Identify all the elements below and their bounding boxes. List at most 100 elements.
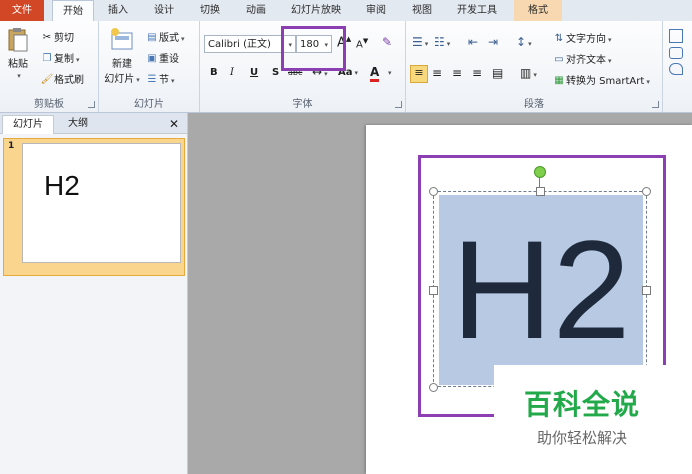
watermark-subtitle: 助你轻松解决 xyxy=(536,429,627,447)
shrink-font-button[interactable]: A▼ xyxy=(356,37,368,50)
align-text-button[interactable]: ▭ 对齐文本 ▾ xyxy=(552,51,611,67)
text-direction-label: 文字方向 xyxy=(566,34,606,45)
slide-number: 1 xyxy=(8,141,15,151)
align-text-icon: ▭ xyxy=(554,54,564,65)
smartart-button[interactable]: ▦ 转换为 SmartArt ▾ xyxy=(552,72,650,88)
tab-format[interactable]: 格式 xyxy=(514,0,562,21)
cut-button[interactable]: ✂ 剪切 xyxy=(40,29,74,45)
dialog-launcher-icon[interactable] xyxy=(652,101,659,108)
numbering-icon[interactable]: ☷ ▾ xyxy=(434,35,450,49)
scissors-icon: ✂ xyxy=(42,32,52,43)
chevron-down-icon: ▾ xyxy=(136,76,140,84)
watermark-title: 百科全说 xyxy=(523,388,640,421)
reset-label: 重设 xyxy=(159,54,179,65)
reset-button[interactable]: ▣ 重设 xyxy=(145,50,179,66)
tab-file[interactable]: 文件 xyxy=(0,0,44,21)
justify-icon[interactable]: ≡ xyxy=(472,66,482,80)
columns-icon[interactable]: ▥ ▾ xyxy=(520,66,537,80)
tab-slideshow[interactable]: 幻灯片放映 xyxy=(284,0,348,21)
text-direction-icon: ⇅ xyxy=(554,33,564,44)
tab-transitions[interactable]: 切换 xyxy=(192,0,228,21)
paste-label: 粘贴 xyxy=(8,59,28,70)
shape-rounded-rect-icon[interactable] xyxy=(669,47,683,59)
slides-group-label: 幻灯片 xyxy=(134,99,164,110)
ribbon: 粘贴 ▾ ✂ 剪切 ❐ 复制 ▾ 🖌格式刷 剪贴板 新建 幻灯片 ▾ ▤ 版式 ▾ ▣ 重设 … xyxy=(0,21,692,113)
paragraph-group-label: 段落 xyxy=(524,99,544,110)
chevron-down-icon: ▾ xyxy=(17,72,21,80)
format-painter-label: 格式刷 xyxy=(54,75,84,86)
tab-animations[interactable]: 动画 xyxy=(236,0,276,21)
layout-label: 版式 xyxy=(159,33,179,44)
new-slide-label-2: 幻灯片 ▾ xyxy=(104,74,140,85)
distributed-icon[interactable]: ▤ xyxy=(492,66,503,80)
copy-label: 复制 xyxy=(54,54,74,65)
font-color-button[interactable]: A xyxy=(370,65,380,82)
font-name-value: Calibri (正文) xyxy=(208,39,271,50)
panel-tabs: 幻灯片 大纲 ✕ xyxy=(0,113,187,134)
shape-textbox-icon[interactable] xyxy=(669,29,683,43)
align-left-icon[interactable]: ≡ xyxy=(410,65,428,83)
underline-button[interactable]: U xyxy=(250,67,258,78)
close-icon[interactable]: ✕ xyxy=(166,115,182,133)
section-icon: ☰ xyxy=(147,74,157,85)
chevron-down-icon: ▾ xyxy=(76,56,80,64)
smartart-label: 转换为 SmartArt xyxy=(566,76,645,87)
clear-format-icon[interactable]: ✎ xyxy=(382,35,392,49)
increase-indent-icon[interactable]: ⇥ xyxy=(488,35,498,49)
chevron-down-icon: ▾ xyxy=(171,77,175,85)
clipboard-group-label: 剪贴板 xyxy=(34,99,64,110)
layout-icon: ▤ xyxy=(147,32,157,43)
tab-slides[interactable]: 幻灯片 xyxy=(2,115,54,134)
shape-callout-icon[interactable] xyxy=(669,63,683,75)
slide-thumbnail-selected[interactable]: 1 H2 xyxy=(3,138,185,276)
new-slide-icon xyxy=(111,28,133,50)
shadow-button[interactable]: S xyxy=(272,67,279,78)
chevron-down-icon: ▾ xyxy=(646,78,650,86)
new-slide-label: 新建 xyxy=(112,59,132,70)
italic-button[interactable]: I xyxy=(230,67,234,78)
slides-group: 新建 幻灯片 ▾ ▤ 版式 ▾ ▣ 重设 ☰ 节 ▾ 幻灯片 xyxy=(99,21,200,112)
brush-icon: 🖌 xyxy=(40,74,54,85)
tab-review[interactable]: 审阅 xyxy=(356,0,396,21)
tab-developer[interactable]: 开发工具 xyxy=(448,0,506,21)
paste-button[interactable]: 粘贴 ▾ xyxy=(4,27,32,85)
format-painter-button[interactable]: 🖌格式刷 xyxy=(40,71,84,87)
chevron-down-icon: ▾ xyxy=(608,36,612,44)
line-spacing-icon[interactable]: ↕ ▾ xyxy=(516,35,532,49)
cut-label: 剪切 xyxy=(54,33,74,44)
new-slide-button[interactable]: 新建 幻灯片 ▾ xyxy=(103,27,141,85)
dialog-launcher-icon[interactable] xyxy=(395,101,402,108)
align-right-icon[interactable]: ≡ xyxy=(452,66,462,80)
font-size-highlight xyxy=(281,26,346,71)
drawing-group xyxy=(663,21,692,112)
tab-insert[interactable]: 插入 xyxy=(100,0,136,21)
font-color-icon: A xyxy=(370,65,380,79)
copy-button[interactable]: ❐ 复制 ▾ xyxy=(40,50,80,66)
bold-button[interactable]: B xyxy=(210,67,218,78)
tab-outline[interactable]: 大纲 xyxy=(56,115,100,133)
slide-thumbnail[interactable]: H2 xyxy=(22,143,181,263)
align-center-icon[interactable]: ≡ xyxy=(432,66,442,80)
tab-home[interactable]: 开始 xyxy=(52,0,94,22)
decrease-indent-icon[interactable]: ⇤ xyxy=(468,35,478,49)
font-group-label: 字体 xyxy=(292,99,313,110)
section-label: 节 xyxy=(159,75,169,86)
chevron-down-icon: ▾ xyxy=(181,35,185,43)
bullets-icon[interactable]: ☰ ▾ xyxy=(412,35,428,49)
tab-design[interactable]: 设计 xyxy=(144,0,184,21)
chevron-down-icon: ▾ xyxy=(354,69,359,77)
paragraph-group: ☰ ▾ ☷ ▾ ⇤ ⇥ ↕ ▾ ≡ ≡ ≡ ≡ ▤ ▥ ▾ ⇅ 文字方向 ▾ ▭ 对齐文本 ▾ … xyxy=(406,21,663,112)
layout-button[interactable]: ▤ 版式 ▾ xyxy=(145,29,185,45)
thumbnail-text: H2 xyxy=(44,170,80,201)
copy-icon: ❐ xyxy=(42,53,52,64)
reset-icon: ▣ xyxy=(147,53,157,64)
text-direction-button[interactable]: ⇅ 文字方向 ▾ xyxy=(552,30,612,46)
ribbon-tab-bar: 文件 开始 插入 设计 切换 动画 幻灯片放映 审阅 视图 开发工具 格式 xyxy=(0,0,692,22)
tab-view[interactable]: 视图 xyxy=(404,0,440,21)
section-button[interactable]: ☰ 节 ▾ xyxy=(145,71,175,87)
dialog-launcher-icon[interactable] xyxy=(88,101,95,108)
chevron-down-icon[interactable]: ▾ xyxy=(386,67,392,78)
shrink-font-icon: A xyxy=(356,39,363,51)
smartart-icon: ▦ xyxy=(554,75,564,86)
align-text-label: 对齐文本 xyxy=(566,55,606,66)
